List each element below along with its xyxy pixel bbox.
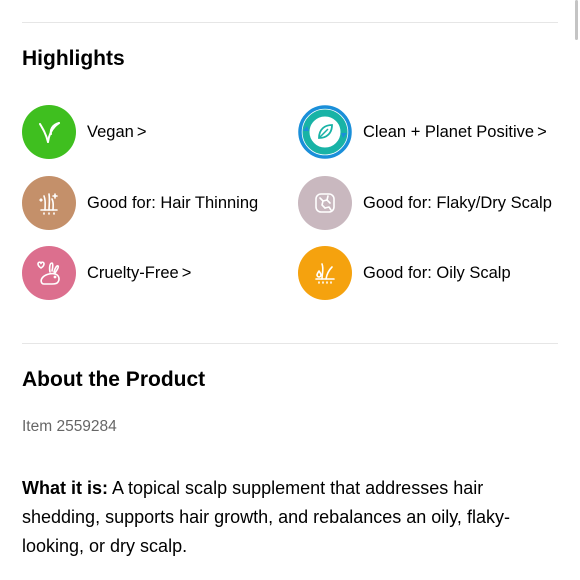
product-description: What it is: A topical scalp supplement t… — [22, 474, 558, 561]
about-product-title: About the Product — [22, 368, 206, 391]
vegan-leaf-icon — [22, 105, 76, 159]
what-it-is-label: What it is: — [22, 478, 108, 498]
highlight-clean-planet-positive[interactable]: Clean + Planet Positive > — [298, 105, 547, 159]
highlight-label: Good for: Oily Scalp — [363, 263, 511, 282]
highlight-cruelty-free[interactable]: Cruelty-Free > — [22, 246, 191, 300]
top-divider — [22, 22, 558, 23]
highlights-title: Highlights — [22, 47, 125, 70]
highlight-label: Vegan > — [87, 122, 147, 141]
flaky-scalp-icon — [298, 176, 352, 230]
highlight-label: Good for: Flaky/Dry Scalp — [363, 193, 552, 212]
clean-planet-positive-badge-icon — [298, 105, 352, 159]
hair-thinning-icon — [22, 176, 76, 230]
bunny-heart-icon — [22, 246, 76, 300]
highlight-flaky-dry-scalp: Good for: Flaky/Dry Scalp — [298, 176, 552, 230]
highlight-oily-scalp: Good for: Oily Scalp — [298, 246, 511, 300]
highlight-label: Good for: Hair Thinning — [87, 193, 259, 212]
highlight-hair-thinning: Good for: Hair Thinning — [22, 176, 258, 230]
chevron-right-icon: > — [136, 122, 147, 141]
oily-scalp-icon — [298, 246, 352, 300]
highlight-label: Cruelty-Free > — [87, 263, 192, 282]
item-number: Item 2559284 — [22, 418, 117, 435]
highlight-vegan[interactable]: Vegan > — [22, 105, 146, 159]
chevron-right-icon: > — [537, 122, 547, 141]
section-divider — [22, 343, 558, 344]
scrollbar[interactable] — [575, 0, 578, 40]
highlight-label: Clean + Planet Positive > — [363, 122, 547, 141]
chevron-right-icon: > — [181, 263, 192, 282]
